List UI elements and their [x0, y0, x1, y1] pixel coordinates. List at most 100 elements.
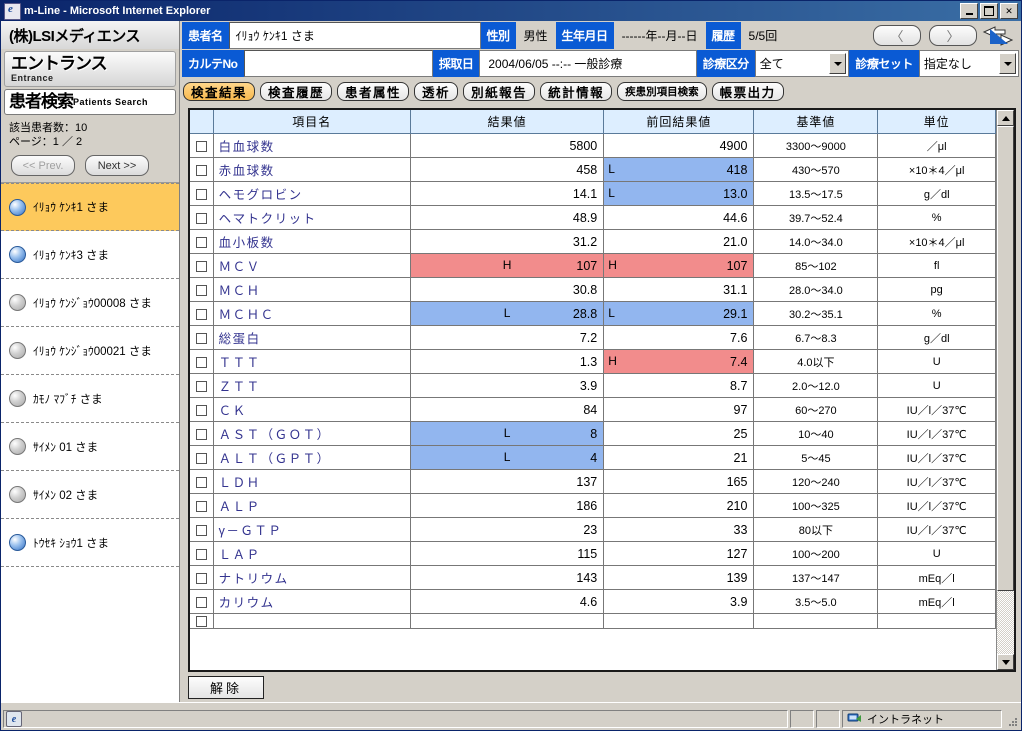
- row-checkbox[interactable]: [195, 596, 207, 608]
- list-item[interactable]: ｲﾘｮｳ ｹﾝｷ1 さま: [1, 183, 179, 231]
- chevron-down-icon[interactable]: [999, 53, 1017, 74]
- row-checkbox-cell[interactable]: [190, 613, 214, 629]
- list-item[interactable]: ｻｲﾒﾝ 01 さま: [1, 423, 179, 471]
- list-item[interactable]: ｶﾓﾉ ﾏﾌﾞﾁ さま: [1, 375, 179, 423]
- next-record-button[interactable]: 〉: [929, 25, 977, 46]
- next-page-button[interactable]: Next >>: [85, 155, 149, 176]
- row-checkbox[interactable]: [195, 164, 207, 176]
- row-checkbox-cell[interactable]: [190, 541, 214, 566]
- tab-2[interactable]: 患者属性: [337, 82, 410, 101]
- row-checkbox-cell[interactable]: [190, 301, 214, 326]
- clear-selection-button[interactable]: 解除: [188, 675, 264, 699]
- row-checkbox[interactable]: [195, 380, 207, 392]
- list-item[interactable]: ｲﾘｮｳ ｹﾝｼﾞｮｳ00021 さま: [1, 327, 179, 375]
- row-checkbox[interactable]: [195, 212, 207, 224]
- table-row[interactable]: γ－ＧＴＰ 23 33 80以下 IU／l／37℃: [190, 517, 996, 542]
- division-select[interactable]: 全て: [754, 50, 850, 77]
- table-row[interactable]: ヘモグロビン 14.1 L 13.0 13.5～17.5 g／dl: [190, 181, 996, 206]
- prev-page-button[interactable]: << Prev.: [11, 155, 75, 176]
- list-item[interactable]: ﾄｳｾｷ ｼｮｳ1 さま: [1, 519, 179, 567]
- resize-grip[interactable]: [1004, 710, 1019, 728]
- row-checkbox[interactable]: [195, 616, 207, 628]
- row-checkbox[interactable]: [195, 404, 207, 416]
- table-row[interactable]: ＭＣＨＣ L 28.8 L 29.1 30.2～35.1%: [190, 301, 996, 326]
- previous-record-button[interactable]: 〈: [873, 25, 921, 46]
- table-row[interactable]: 白血球数 5800 4900 3300～9000 ／μl: [190, 133, 996, 158]
- tab-1[interactable]: 検査履歴: [260, 82, 333, 101]
- table-row[interactable]: ＡＳＴ（ＧＯＴ） L 8 25 10～40 IU／l／37℃: [190, 421, 996, 446]
- list-item[interactable]: ｻｲﾒﾝ 02 さま: [1, 471, 179, 519]
- row-checkbox-cell[interactable]: [190, 277, 214, 302]
- row-checkbox[interactable]: [195, 548, 207, 560]
- row-checkbox-cell[interactable]: [190, 517, 214, 542]
- row-checkbox[interactable]: [195, 524, 207, 536]
- table-row[interactable]: ＣＫ 84 97 60～270 IU／l／37℃: [190, 397, 996, 422]
- list-item[interactable]: ｲﾘｮｳ ｹﾝｼﾞｮｳ00008 さま: [1, 279, 179, 327]
- row-checkbox-cell[interactable]: [190, 493, 214, 518]
- row-checkbox-cell[interactable]: [190, 397, 214, 422]
- row-checkbox-cell[interactable]: [190, 445, 214, 470]
- table-row[interactable]: ＬＤＨ 137 165 120～240 IU／l／37℃: [190, 469, 996, 494]
- mail-transfer-icon[interactable]: [977, 22, 1019, 49]
- table-row[interactable]: 血小板数 31.2 21.0 14.0～34.0 ×10＊4／μl: [190, 229, 996, 254]
- sidebar-item-entrance[interactable]: エントランス Entrance: [4, 51, 176, 87]
- row-checkbox[interactable]: [195, 428, 207, 440]
- row-checkbox-cell[interactable]: [190, 205, 214, 230]
- sidebar-item-patients-search[interactable]: 患者検索 Patients Search: [4, 89, 176, 115]
- row-checkbox-cell[interactable]: [190, 229, 214, 254]
- row-checkbox[interactable]: [195, 188, 207, 200]
- maximize-button[interactable]: [980, 3, 998, 19]
- row-checkbox[interactable]: [195, 476, 207, 488]
- patient-name-field[interactable]: ｲﾘｮｳ ｹﾝｷ1 さま: [228, 22, 481, 49]
- row-checkbox-cell[interactable]: [190, 133, 214, 158]
- row-checkbox[interactable]: [195, 236, 207, 248]
- table-row[interactable]: 総蛋白 7.2 7.6 6.7～8.3 g／dl: [190, 325, 996, 350]
- care-set-select[interactable]: 指定なし: [918, 50, 1020, 77]
- tab-4[interactable]: 別紙報告: [463, 82, 536, 101]
- minimize-button[interactable]: [960, 3, 978, 19]
- row-checkbox-cell[interactable]: [190, 565, 214, 590]
- table-row[interactable]: ナトリウム 143 139 137～147 mEq／l: [190, 565, 996, 590]
- row-checkbox-cell[interactable]: [190, 421, 214, 446]
- table-row[interactable]: ＡＬＰ 186 210 100～325 IU／l／37℃: [190, 493, 996, 518]
- row-checkbox-cell[interactable]: [190, 373, 214, 398]
- row-checkbox[interactable]: [195, 260, 207, 272]
- row-checkbox[interactable]: [195, 572, 207, 584]
- tab-5[interactable]: 統計情報: [540, 82, 613, 101]
- row-checkbox[interactable]: [195, 500, 207, 512]
- table-row[interactable]: ＴＴＴ 1.3 H 7.4 4.0以下 U: [190, 349, 996, 374]
- row-checkbox-cell[interactable]: [190, 349, 214, 374]
- row-checkbox[interactable]: [195, 452, 207, 464]
- row-checkbox-cell[interactable]: [190, 253, 214, 278]
- row-checkbox-cell[interactable]: [190, 469, 214, 494]
- row-checkbox[interactable]: [195, 140, 207, 152]
- list-item[interactable]: ｲﾘｮｳ ｹﾝｷ3 さま: [1, 231, 179, 279]
- close-button[interactable]: ✕: [1000, 3, 1018, 19]
- scroll-down-button[interactable]: [997, 654, 1014, 670]
- table-row[interactable]: 赤血球数 458 L 418 430～570 ×10＊4／μl: [190, 157, 996, 182]
- row-checkbox[interactable]: [195, 308, 207, 320]
- table-row[interactable]: カリウム 4.6 3.9 3.5～5.0 mEq／l: [190, 589, 996, 614]
- row-checkbox-cell[interactable]: [190, 181, 214, 206]
- tab-6[interactable]: 疾患別項目検索: [617, 82, 707, 101]
- scroll-up-button[interactable]: [997, 110, 1014, 126]
- row-checkbox[interactable]: [195, 332, 207, 344]
- chevron-down-icon[interactable]: [829, 53, 847, 74]
- table-row[interactable]: ＭＣＨ 30.8 31.1 28.0～34.0 pg: [190, 277, 996, 302]
- table-row[interactable]: ＺＴＴ 3.9 8.7 2.0～12.0 U: [190, 373, 996, 398]
- table-row[interactable]: ヘマトクリット 48.9 44.6 39.7～52.4%: [190, 205, 996, 230]
- tab-3[interactable]: 透析: [414, 82, 459, 101]
- row-checkbox-cell[interactable]: [190, 157, 214, 182]
- table-row[interactable]: ＬＡＰ 115 127 100～200 U: [190, 541, 996, 566]
- tab-7[interactable]: 帳票出力: [711, 82, 784, 101]
- row-checkbox[interactable]: [195, 356, 207, 368]
- tab-0[interactable]: 検査結果: [183, 82, 256, 101]
- table-row[interactable]: ＡＬＴ（ＧＰＴ） L 4 21 5～45 IU／l／37℃: [190, 445, 996, 470]
- row-checkbox-cell[interactable]: [190, 589, 214, 614]
- karte-no-field[interactable]: [243, 50, 433, 77]
- table-row[interactable]: ＭＣＶ H 107 H 107 85～102 fl: [190, 253, 996, 278]
- scrollbar-track[interactable]: [997, 126, 1014, 654]
- scrollbar-thumb[interactable]: [997, 126, 1014, 591]
- row-checkbox-cell[interactable]: [190, 325, 214, 350]
- vertical-scrollbar[interactable]: [996, 110, 1014, 670]
